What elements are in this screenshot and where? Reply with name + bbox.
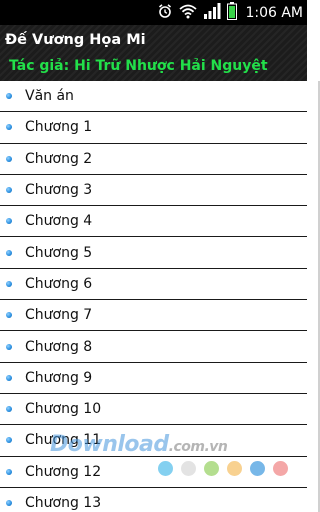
page-title: Đế Vương Họa Mi [5, 32, 146, 48]
bullet-icon [6, 280, 12, 287]
list-item-label: Chương 6 [25, 275, 93, 292]
bullet-icon [6, 218, 12, 225]
battery-icon [227, 1, 238, 24]
bullet-icon [6, 249, 12, 256]
status-bar: 1:06 AM [0, 0, 307, 25]
bullet-icon [6, 437, 12, 444]
bullet-icon [6, 155, 12, 162]
bullet-icon [6, 500, 12, 506]
watermark-dot [158, 461, 173, 476]
list-item-label: Chương 3 [25, 182, 93, 199]
list-item-label: Chương 13 [25, 495, 102, 511]
list-item[interactable]: Chương 7 [0, 300, 307, 332]
wifi-icon [179, 3, 198, 23]
clock: 1:06 AM [245, 4, 303, 21]
list-item-label: Chương 2 [25, 150, 93, 167]
watermark-dot [273, 461, 288, 476]
list-item[interactable]: Chương 4 [0, 206, 307, 238]
list-item-label: Chương 8 [25, 338, 93, 355]
bullet-icon [6, 406, 12, 413]
list-item-label: Chương 7 [25, 307, 93, 324]
bullet-icon [6, 187, 12, 194]
list-item-label: Văn án [25, 88, 74, 105]
app-header: Đế Vương Họa Mi Tác giả: Hi Trữ Nhược Hả… [0, 25, 307, 81]
list-item[interactable]: Chương 2 [0, 144, 307, 175]
author-label: Tác giả: Hi Trữ Nhược Hải Nguyệt [9, 58, 268, 74]
list-item-label: Chương 12 [25, 463, 102, 480]
list-item[interactable]: Chương 13 [0, 488, 307, 512]
list-item-label: Chương 5 [25, 244, 93, 261]
list-item-label: Chương 4 [25, 213, 93, 230]
list-item[interactable]: Chương 3 [0, 175, 307, 207]
signal-icon [203, 2, 221, 23]
list-item[interactable]: Chương 10 [0, 394, 307, 426]
chapter-list: Văn án Chương 1 Chương 2 Chương 3 Chương… [0, 81, 307, 512]
list-item[interactable]: Văn án [0, 81, 307, 113]
alarm-icon [157, 3, 173, 23]
list-item-label: Chương 11 [25, 432, 102, 449]
list-item[interactable]: Chương 9 [0, 363, 307, 394]
bullet-icon [6, 312, 12, 319]
status-icons: 1:06 AM [157, 1, 303, 24]
watermark-dot [227, 461, 242, 476]
list-item[interactable]: Chương 8 [0, 331, 307, 363]
list-item[interactable]: Chương 6 [0, 269, 307, 301]
watermark-dot [204, 461, 219, 476]
list-item[interactable]: Chương 5 [0, 237, 307, 269]
list-item-label: Chương 10 [25, 401, 102, 418]
watermark-dots [158, 461, 288, 476]
watermark-dot [181, 461, 196, 476]
bullet-icon [6, 93, 12, 100]
bullet-icon [6, 343, 12, 350]
bullet-icon [6, 124, 12, 131]
list-item[interactable]: Chương 11 [0, 425, 307, 457]
bullet-icon [6, 468, 12, 475]
list-item[interactable]: Chương 1 [0, 112, 307, 144]
watermark-dot [250, 461, 265, 476]
list-item-label: Chương 9 [25, 369, 93, 386]
bullet-icon [6, 374, 12, 381]
list-item-label: Chương 1 [25, 119, 93, 136]
